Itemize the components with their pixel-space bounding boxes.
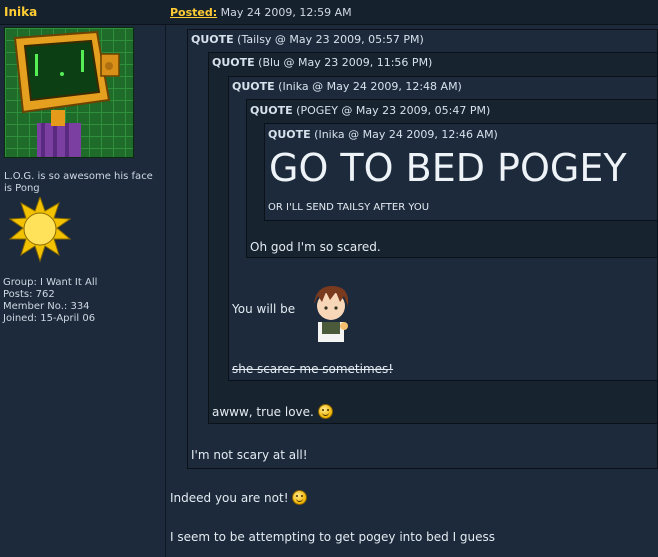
sun-badge-icon	[8, 195, 72, 263]
quote-label: QUOTE	[212, 56, 255, 69]
quote-label: QUOTE	[268, 128, 311, 141]
quote-label: QUOTE	[250, 104, 293, 117]
quote-meta: (Tailsy @ May 23 2009, 05:57 PM)	[237, 33, 424, 46]
quote-header-inika-1248: QUOTE (Inika @ May 24 2009, 12:48 AM)	[232, 80, 462, 93]
quote-blu-text: awww, true love.	[212, 404, 333, 419]
post-body-line-2: I seem to be attempting to get pogey int…	[170, 530, 496, 544]
quote-header-inika-1246: QUOTE (Inika @ May 24 2009, 12:46 AM)	[268, 128, 498, 141]
anime-boy-icon	[314, 286, 349, 342]
quote-inika-text: You will be	[232, 302, 296, 316]
quote-meta: (POGEY @ May 23 2009, 05:47 PM)	[296, 104, 491, 117]
author-username[interactable]: Inika	[4, 5, 37, 19]
quote-strike-text: she scares me sometimes!	[232, 362, 394, 376]
quote-meta: (Inika @ May 24 2009, 12:46 AM)	[314, 128, 498, 141]
quote-label: QUOTE	[232, 80, 275, 93]
anime-character-emote	[304, 280, 358, 342]
robot-avatar-icon	[13, 30, 120, 157]
quote-header-blu: QUOTE (Blu @ May 23 2009, 11:56 PM)	[212, 56, 432, 69]
quote-meta: (Blu @ May 23 2009, 11:56 PM)	[258, 56, 433, 69]
quote-header-tailsy: QUOTE (Tailsy @ May 23 2009, 05:57 PM)	[191, 33, 424, 46]
post-date: Posted: May 24 2009, 12:59 AM	[170, 6, 352, 19]
smiley-icon	[317, 404, 333, 419]
author-group: Group: I Want It All	[3, 277, 98, 288]
quote-tailsy-text: I'm not scary at all!	[191, 448, 308, 462]
author-stats: Group: I Want It All Posts: 762 Member N…	[3, 277, 97, 325]
quote-small-text: OR I'LL SEND TAILSY AFTER YOU	[268, 202, 430, 213]
author-posts: Posts: 762	[3, 289, 55, 300]
replies-winner-badge	[4, 195, 76, 263]
quote-meta: (Inika @ May 24 2009, 12:48 AM)	[278, 80, 462, 93]
quote-label: QUOTE	[191, 33, 234, 46]
quote-blu-label: awww, true love.	[212, 405, 314, 419]
quote-pogey-text: Oh god I'm so scared.	[250, 240, 381, 254]
post-body-text: Indeed you are not!	[170, 491, 289, 505]
author-joined: Joined: 15-April 06	[3, 313, 96, 324]
posted-date-value: May 24 2009, 12:59 AM	[220, 6, 352, 19]
posted-label[interactable]: Posted:	[170, 6, 217, 19]
author-member-no: Member No.: 334	[3, 301, 90, 312]
post-body-line-1: Indeed you are not!	[170, 490, 308, 505]
quote-big-text: GO TO BED POGEY	[269, 146, 627, 190]
author-avatar	[4, 27, 134, 158]
author-signature: L.O.G. is so awesome his face is Pong	[4, 171, 153, 194]
smiley-icon	[292, 490, 308, 505]
quote-header-pogey: QUOTE (POGEY @ May 23 2009, 05:47 PM)	[250, 104, 490, 117]
